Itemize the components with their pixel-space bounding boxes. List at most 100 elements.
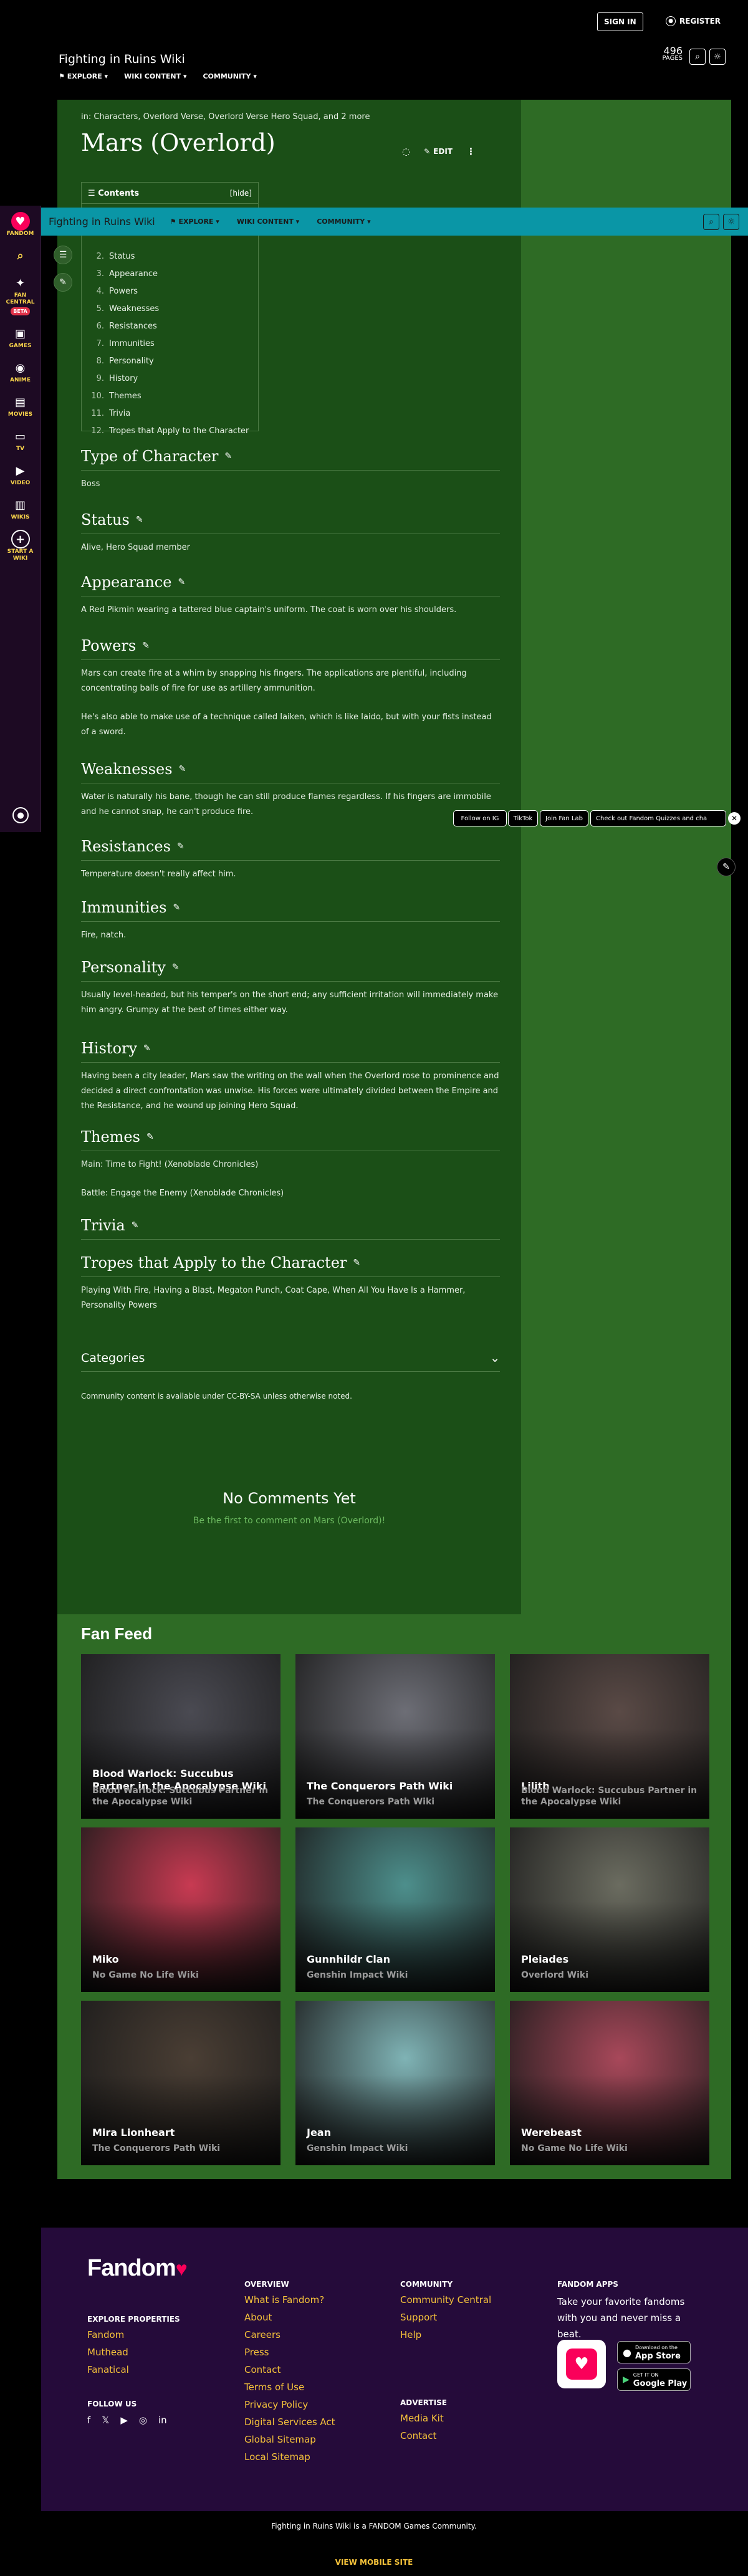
register-button[interactable]: ● REGISTER <box>666 16 721 26</box>
pencil-icon[interactable]: ✎ <box>178 577 185 587</box>
edit-float-button[interactable]: ✎ <box>54 273 72 292</box>
pencil-icon[interactable]: ✎ <box>132 1220 139 1230</box>
fan-feed-card[interactable]: The Conquerors Path Wiki The Conquerors P… <box>295 1654 495 1819</box>
fandom-app-icon[interactable]: ♥ <box>557 2340 606 2388</box>
toc-item[interactable]: 3. Appearance <box>88 265 258 282</box>
footer-link[interactable]: Muthead <box>87 2344 129 2361</box>
sticky-search-button[interactable]: ⌕ <box>703 213 719 230</box>
footer-link[interactable]: Fanatical <box>87 2361 129 2378</box>
pencil-icon[interactable]: ✎ <box>143 1043 151 1053</box>
rail-tv[interactable]: ▭ TV <box>0 427 41 452</box>
search-button[interactable]: ⌕ <box>689 49 706 65</box>
footer-link[interactable]: Contact <box>400 2427 444 2444</box>
footer-link[interactable]: Careers <box>244 2326 335 2344</box>
footer-link[interactable]: Global Sitemap <box>244 2431 335 2448</box>
toc-float-button[interactable]: ☰ <box>54 246 72 264</box>
footer-link[interactable]: Support <box>400 2309 491 2326</box>
toc-item[interactable]: 9. History <box>88 370 258 387</box>
pencil-icon[interactable]: ✎ <box>136 515 143 525</box>
footer-link[interactable]: Terms of Use <box>244 2378 335 2396</box>
youtube-icon[interactable]: ▶ <box>120 2415 128 2426</box>
fan-feed-card[interactable]: Jean Genshin Impact Wiki <box>295 2001 495 2165</box>
more-options-icon[interactable]: ⋮ <box>466 146 476 157</box>
theme-toggle-button[interactable]: ☼ <box>709 49 726 65</box>
footer-link[interactable]: Privacy Policy <box>244 2396 335 2413</box>
sticky-theme-button[interactable]: ☼ <box>723 213 739 230</box>
pencil-icon[interactable]: ✎ <box>224 451 232 461</box>
footer-link[interactable]: Community Central <box>400 2291 491 2309</box>
fan-feed-card[interactable]: Mira Lionheart The Conquerors Path Wiki <box>81 2001 280 2165</box>
facebook-icon[interactable]: f <box>87 2415 90 2426</box>
pencil-icon[interactable]: ✎ <box>177 841 185 851</box>
toc-item[interactable]: 5. Weaknesses <box>88 300 258 317</box>
sign-in-button[interactable]: SIGN IN <box>597 12 643 31</box>
rail-account[interactable]: ● <box>0 807 41 823</box>
footer-link[interactable]: About <box>244 2309 335 2326</box>
sticky-nav-explore[interactable]: ⚑ EXPLORE ▾ <box>170 218 219 226</box>
rail-search[interactable]: ⌕ <box>0 246 41 265</box>
footer-link[interactable]: Media Kit <box>400 2410 444 2427</box>
sticky-nav-wiki-content[interactable]: WIKI CONTENT ▾ <box>237 218 299 226</box>
fan-feed-card[interactable]: Blood Warlock: Succubus Partner in the A… <box>81 1654 280 1819</box>
pencil-icon[interactable]: ✎ <box>142 641 150 651</box>
nav-community[interactable]: COMMUNITY ▾ <box>203 72 256 80</box>
fan-feed-card[interactable]: Werebeast No Game No Life Wiki <box>510 2001 709 2165</box>
fan-feed-card[interactable]: Pleiades Overlord Wiki <box>510 1827 709 1992</box>
rail-movies[interactable]: ▤ MOVIES <box>0 393 41 418</box>
rail-games[interactable]: ▣ GAMES <box>0 324 41 350</box>
promo-tiktok[interactable]: TikTok <box>508 810 538 826</box>
app-store-button[interactable]: ● Download on the App Store <box>617 2341 691 2363</box>
categories-toggle[interactable]: Categories ⌄ <box>81 1351 500 1372</box>
toc-item[interactable]: 2. Status <box>88 247 258 265</box>
edit-side-button[interactable]: ✎ <box>717 858 736 876</box>
wiki-title[interactable]: Fighting in Ruins Wiki <box>59 52 185 66</box>
rail-video[interactable]: ▶ VIDEO <box>0 461 41 487</box>
footer-link[interactable]: Help <box>400 2326 491 2344</box>
footer-link[interactable]: Press <box>244 2344 335 2361</box>
toc-item[interactable]: 10. Themes <box>88 387 258 405</box>
breadcrumb[interactable]: in: Characters, Overlord Verse, Overlord… <box>81 112 500 122</box>
footer-link[interactable]: What is Fandom? <box>244 2291 335 2309</box>
pencil-icon[interactable]: ✎ <box>173 903 180 912</box>
twitter-icon[interactable]: 𝕏 <box>102 2415 109 2426</box>
toc-item[interactable]: 6. Resistances <box>88 317 258 335</box>
footer-link[interactable]: Digital Services Act <box>244 2413 335 2431</box>
promo-instagram[interactable]: Follow on IG <box>453 810 507 826</box>
footer-link[interactable]: Contact <box>244 2361 335 2378</box>
fan-feed-card[interactable]: Lilith Blood Warlock: Succubus Partner in… <box>510 1654 709 1819</box>
nav-explore[interactable]: ⚑ EXPLORE ▾ <box>59 72 108 80</box>
footer-link[interactable]: Local Sitemap <box>244 2448 335 2466</box>
close-icon[interactable]: ✕ <box>728 812 741 825</box>
linkedin-icon[interactable]: in <box>158 2415 167 2426</box>
fandom-logo[interactable]: Fandom♥ <box>87 2255 188 2282</box>
toc-hide-link[interactable]: [hide] <box>230 189 252 198</box>
comments-sub[interactable]: Be the first to comment on Mars (Overlor… <box>57 1516 521 1526</box>
pencil-icon[interactable]: ✎ <box>172 962 180 972</box>
google-play-button[interactable]: ▶ GET IT ON Google Play <box>617 2368 691 2391</box>
rail-fandom[interactable]: ♥ FANDOM <box>0 212 41 237</box>
edit-button[interactable]: ✎ EDIT <box>424 147 453 156</box>
toc-item[interactable]: 4. Powers <box>88 282 258 300</box>
talk-icon[interactable]: ◌ <box>402 146 410 157</box>
toc-item[interactable]: 12. Tropes that Apply to the Character <box>88 422 258 439</box>
promo-fan-lab[interactable]: Join Fan Lab <box>540 810 588 826</box>
fan-feed-card[interactable]: Miko No Game No Life Wiki <box>81 1827 280 1992</box>
toc-item[interactable]: 8. Personality <box>88 352 258 370</box>
footer-link[interactable]: Fandom <box>87 2326 129 2344</box>
rail-start-wiki[interactable]: + START A WIKI <box>0 530 41 562</box>
nav-wiki-content[interactable]: WIKI CONTENT ▾ <box>124 72 186 80</box>
promo-quizzes[interactable]: Check out Fandom Quizzes and cha <box>590 810 726 826</box>
toc-item[interactable]: 11. Trivia <box>88 405 258 422</box>
rail-fan-central[interactable]: ✦ FAN CENTRAL BETA <box>0 274 41 315</box>
pencil-icon[interactable]: ✎ <box>353 1258 360 1268</box>
sticky-nav-community[interactable]: COMMUNITY ▾ <box>317 218 370 226</box>
pencil-icon[interactable]: ✎ <box>179 764 186 774</box>
rail-anime[interactable]: ◉ ANIME <box>0 358 41 384</box>
rail-wikis[interactable]: ▥ WIKIS <box>0 496 41 521</box>
instagram-icon[interactable]: ◎ <box>139 2415 147 2426</box>
sticky-wiki-title[interactable]: Fighting in Ruins Wiki <box>49 216 155 227</box>
pencil-icon[interactable]: ✎ <box>146 1132 154 1142</box>
fan-feed-card[interactable]: Gunnhildr Clan Genshin Impact Wiki <box>295 1827 495 1992</box>
toc-item[interactable]: 7. Immunities <box>88 335 258 352</box>
view-mobile-site-link[interactable]: VIEW MOBILE SITE <box>0 2558 748 2567</box>
